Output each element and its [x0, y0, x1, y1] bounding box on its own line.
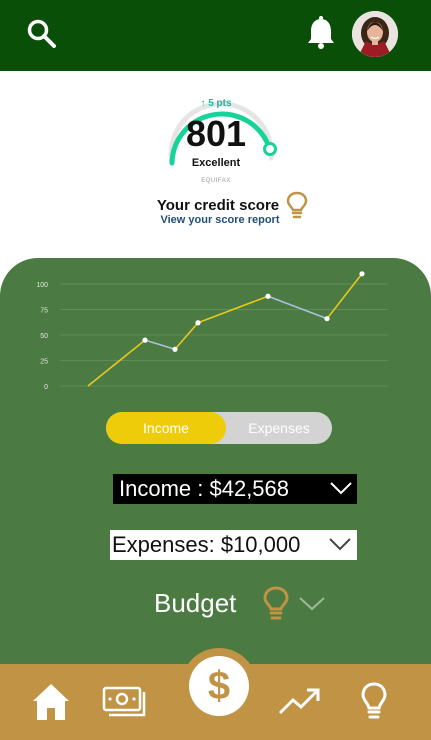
chevron-down-icon: [329, 538, 351, 551]
budget-label: Budget: [154, 588, 237, 618]
chart-line-segment: [267, 295, 328, 320]
chart-data-point: [172, 346, 178, 352]
chevron-down-icon: [299, 597, 325, 611]
chart-line-segment: [326, 273, 363, 320]
income-expenses-toggle[interactable]: Income Expenses: [106, 412, 332, 444]
chart-y-tick-label: 50: [40, 333, 48, 340]
chevron-down-icon: [330, 482, 352, 495]
search-icon: [27, 19, 56, 48]
expenses-dropdown[interactable]: Expenses: $10,000: [110, 530, 357, 560]
view-score-report-link[interactable]: View your score report: [150, 214, 290, 226]
nav-home[interactable]: [32, 682, 70, 727]
chart-line-segment: [87, 339, 146, 387]
cash-icon: [102, 686, 146, 717]
lightbulb-icon: [286, 191, 308, 219]
toggle-expenses-option[interactable]: Expenses: [226, 412, 332, 444]
gauge-marker: [263, 142, 277, 156]
chart-data-point: [265, 293, 271, 299]
credit-bureau: EQUIFAX: [201, 178, 231, 184]
score-change: ↑ 5 pts: [200, 98, 232, 109]
credit-score-title: Your credit score: [156, 197, 280, 214]
income-line-chart: 100 75 50 25 0: [36, 271, 388, 391]
income-dropdown[interactable]: Income : $42,568: [113, 474, 357, 504]
lightbulb-icon: [263, 586, 289, 620]
expenses-label: Expenses: $10,000: [112, 532, 301, 557]
trending-icon: [278, 688, 320, 715]
chart-data-point: [359, 271, 365, 277]
chart-line-segment: [144, 339, 176, 351]
nav-trends[interactable]: [278, 686, 322, 721]
budget-dropdown[interactable]: Budget: [150, 584, 340, 624]
avatar-photo: [352, 11, 398, 57]
chart-data-point: [324, 316, 330, 322]
nav-cash[interactable]: [102, 684, 146, 725]
credit-score-value: 801: [185, 113, 247, 154]
top-bar: [0, 0, 431, 71]
chart-y-tick-label: 75: [40, 308, 48, 315]
credit-score-rating: Excellent: [191, 157, 241, 169]
chart-line-segment: [174, 322, 199, 350]
bell-icon: [308, 16, 334, 49]
chart-y-tick-label: 100: [36, 282, 48, 289]
income-label: Income : $42,568: [119, 476, 290, 501]
lightbulb-icon: [361, 682, 387, 719]
chart-data-point: [195, 320, 201, 326]
toggle-income-option[interactable]: Income: [106, 412, 226, 444]
dollar-icon: $: [189, 656, 249, 716]
profile-avatar[interactable]: [352, 11, 398, 57]
home-icon: [33, 684, 69, 720]
chart-y-tick-label: 0: [44, 384, 48, 391]
search-button[interactable]: [26, 18, 58, 50]
chart-y-tick-label: 25: [40, 359, 48, 366]
credit-tip-button[interactable]: [286, 191, 308, 219]
nav-tips[interactable]: [360, 682, 388, 725]
chart-data-point: [142, 337, 148, 343]
add-transaction-button[interactable]: $: [181, 648, 257, 724]
notifications-button[interactable]: [305, 16, 337, 50]
